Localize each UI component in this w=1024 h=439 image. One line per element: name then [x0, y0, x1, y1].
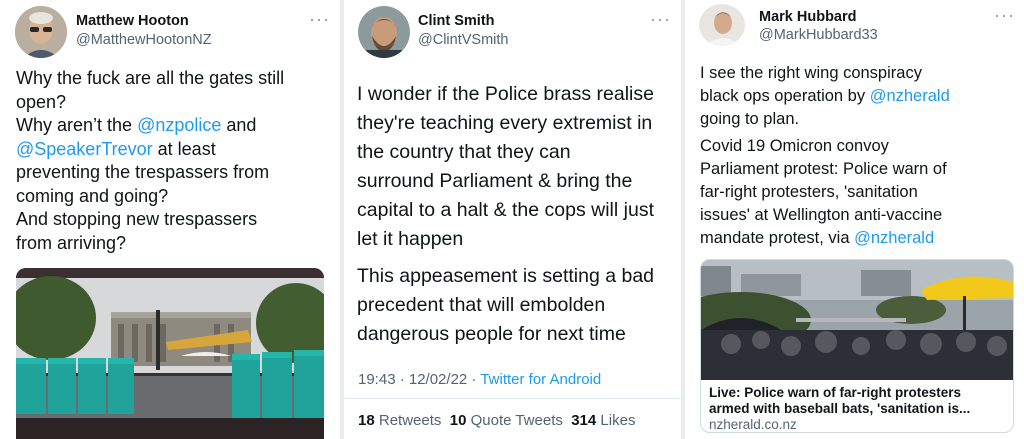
mention-link[interactable]: @SpeakerTrevor — [16, 139, 153, 159]
tweet-panel-3: Mark Hubbard @MarkHubbard33 ··· I see th… — [685, 0, 1024, 439]
more-horizontal-icon[interactable]: ··· — [309, 9, 330, 30]
tweet-text-line: coming and going? — [16, 185, 169, 206]
timestamp-text[interactable]: 19:43 · 12/02/22 · — [358, 371, 480, 388]
tweet-text-line: dangerous people for next time — [357, 323, 626, 345]
tweet-text-line: surround Parliament & bring the — [357, 170, 633, 192]
divider — [344, 398, 681, 399]
tweet-text-line: I see the right wing conspiracy — [700, 64, 922, 82]
author-name[interactable]: Matthew Hooton — [76, 13, 189, 29]
mention-link[interactable]: @nzherald — [870, 87, 950, 105]
mention-link[interactable]: @nzpolice — [137, 115, 221, 135]
tweet-panel-1: Matthew Hooton @MatthewHootonNZ ··· Why … — [0, 0, 340, 439]
tweet-text-line: capital to a halt & the cops will just — [357, 199, 654, 221]
tweet-text-line: I wonder if the Police brass realise — [357, 83, 654, 105]
tweet-text-line: let it happen — [357, 228, 464, 250]
tweet-text-line: the country that they can — [357, 141, 571, 163]
tweet-text-line: Why aren’t the @nzpolice and — [16, 114, 334, 138]
retweets-stat[interactable]: 18 Retweets — [358, 412, 441, 429]
tweet-text-line: issues' at Wellington anti-vaccine — [700, 206, 943, 224]
likes-count: 314 — [571, 412, 597, 429]
tweet-panel-2: Clint Smith @ClintVSmith ··· I wonder if… — [344, 0, 681, 439]
tweet-text-line: @SpeakerTrevor at least — [16, 138, 334, 162]
author-handle[interactable]: @ClintVSmith — [418, 32, 508, 48]
quote-tweets-stat[interactable]: 10 Quote Tweets — [450, 412, 563, 429]
retweets-count: 18 — [358, 412, 375, 429]
author-handle[interactable]: @MatthewHootonNZ — [76, 32, 212, 48]
tweet-text-line: going to plan. — [700, 110, 800, 128]
tweet-text-segment: Why aren’t the — [16, 115, 138, 135]
tweet-text-line: And stopping new trespassers — [16, 209, 258, 229]
author-name[interactable]: Mark Hubbard — [759, 9, 857, 25]
tweet-text-line: open? — [16, 91, 67, 112]
tweet-text-segment: and — [221, 115, 257, 135]
tweet-text-line: black ops operation by @nzherald — [700, 85, 1020, 108]
avatar[interactable] — [358, 6, 410, 58]
mention-link[interactable]: @nzherald — [854, 229, 934, 247]
tweet-text-line: preventing the trespassers from — [16, 162, 270, 182]
likes-label: Likes — [600, 412, 636, 429]
tweet-text-segment: at least — [152, 138, 216, 159]
tweet-text-line: This appeasement is setting a bad — [357, 265, 655, 287]
card-title-line: Live: Police warn of far-right protester… — [709, 385, 962, 400]
tweet-text: I wonder if the Police brass realise the… — [357, 80, 679, 254]
tweet-timestamp: 19:43 · 12/02/22 · Twitter for Android — [358, 371, 601, 388]
card-title: Live: Police warn of far-right protester… — [709, 385, 970, 417]
likes-stat[interactable]: 314 Likes — [571, 412, 635, 429]
tweet-text: Why the fuck are all the gates still ope… — [16, 67, 334, 255]
parliament-photo — [16, 268, 324, 439]
link-card[interactable]: Live: Police warn of far-right protester… — [700, 259, 1014, 433]
card-title-line: armed with baseball bats, 'sanitation is… — [709, 401, 971, 416]
tweet-text-line: Why the fuck are all the gates still — [16, 68, 285, 88]
source-link[interactable]: Twitter for Android — [480, 371, 601, 388]
tweet-text-line: mandate protest, via @nzherald — [700, 227, 1020, 250]
tweet-text: I see the right wing conspiracy black op… — [700, 62, 1020, 131]
author-handle[interactable]: @MarkHubbard33 — [759, 27, 878, 43]
tweet-text-segment: black ops operation by — [700, 87, 870, 105]
author-name[interactable]: Clint Smith — [418, 13, 495, 29]
card-domain: nzherald.co.nz — [709, 417, 797, 432]
tweet-text: Covid 19 Omicron convoy Parliament prote… — [700, 135, 1020, 250]
more-horizontal-icon[interactable]: ··· — [650, 9, 671, 30]
tweet-text-segment: mandate protest, via — [700, 229, 855, 247]
avatar[interactable] — [699, 4, 745, 46]
quotes-label: Quote Tweets — [470, 412, 563, 429]
video-attachment[interactable] — [16, 268, 324, 439]
tweet-text-line: Covid 19 Omicron convoy — [700, 137, 889, 155]
quotes-count: 10 — [449, 412, 467, 429]
tweet-text-line: they're teaching every extremist in — [357, 112, 653, 134]
avatar[interactable] — [15, 6, 67, 58]
more-horizontal-icon[interactable]: ··· — [994, 5, 1015, 26]
protest-photo — [701, 260, 1013, 380]
tweet-text: This appeasement is setting a bad preced… — [357, 262, 679, 349]
retweets-label: Retweets — [378, 412, 442, 429]
tweet-text-line: Parliament protest: Police warn of — [700, 160, 947, 178]
tweet-text-line: from arriving? — [16, 232, 127, 253]
tweet-text-line: far-right protesters, 'sanitation — [700, 183, 918, 201]
engagement-stats: 18 Retweets 10 Quote Tweets 314 Likes — [358, 412, 635, 429]
tweet-text-line: precedent that will embolden — [357, 294, 606, 316]
